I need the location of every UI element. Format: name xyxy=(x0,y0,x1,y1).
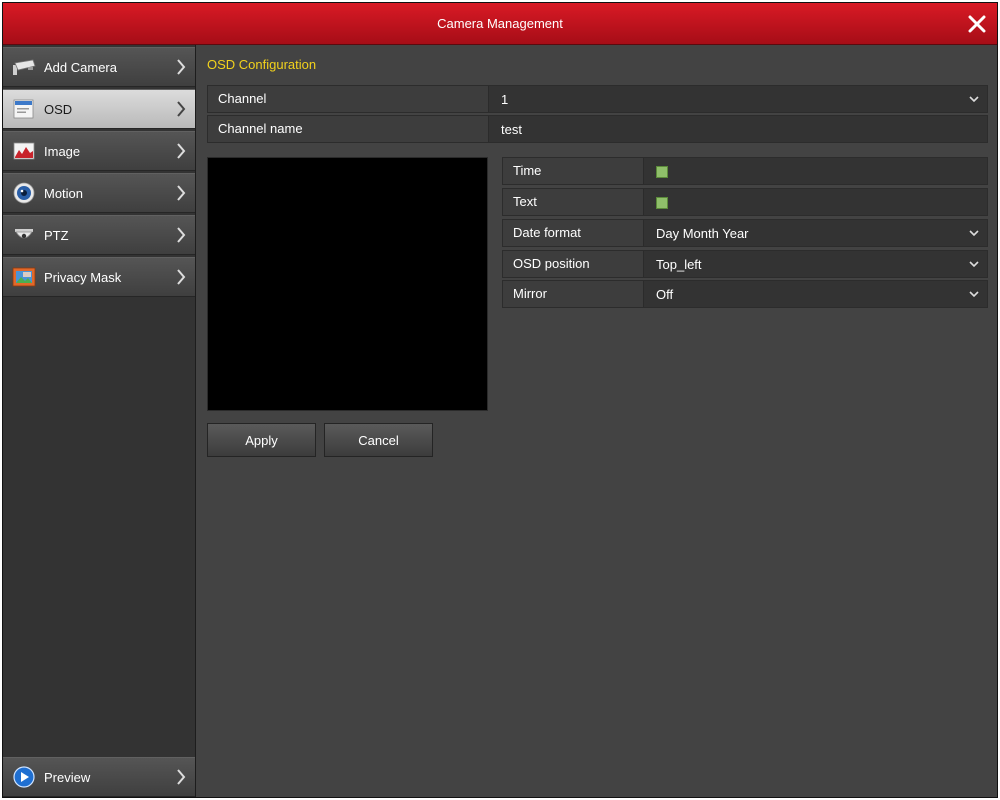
mirror-row: Mirror Off xyxy=(502,280,988,308)
osd-position-row: OSD position Top_left xyxy=(502,250,988,278)
video-preview xyxy=(207,157,488,411)
close-icon xyxy=(968,15,986,33)
sidebar-item-add-camera[interactable]: Add Camera xyxy=(3,47,195,87)
sidebar-item-label: Privacy Mask xyxy=(44,270,122,285)
time-label: Time xyxy=(503,158,644,184)
title-bar: Camera Management xyxy=(3,3,997,45)
osd-icon xyxy=(13,99,34,119)
time-row: Time xyxy=(502,157,988,185)
sidebar-item-label: Add Camera xyxy=(44,60,117,75)
date-format-label: Date format xyxy=(503,220,644,246)
channel-name-label: Channel name xyxy=(208,116,489,142)
close-button[interactable] xyxy=(965,12,989,36)
play-icon xyxy=(13,766,35,788)
date-format-select[interactable]: Day Month Year xyxy=(644,220,987,246)
chevron-down-icon xyxy=(969,261,979,268)
mirror-select[interactable]: Off xyxy=(644,281,987,307)
osd-position-value: Top_left xyxy=(656,257,702,272)
channel-row: Channel 1 xyxy=(207,85,988,113)
window-title: Camera Management xyxy=(437,16,563,31)
mirror-value: Off xyxy=(656,287,674,302)
motion-icon xyxy=(13,182,35,204)
channel-name-value: test xyxy=(501,122,522,137)
sidebar-item-label: Motion xyxy=(44,186,84,201)
sidebar-item-preview[interactable]: Preview xyxy=(3,757,195,797)
main-panel: OSD Configuration Channel 1 Channel name… xyxy=(196,45,997,797)
time-setting xyxy=(644,158,987,184)
time-checkbox[interactable] xyxy=(656,166,668,178)
sidebar-item-label: PTZ xyxy=(44,228,69,243)
channel-select[interactable]: 1 xyxy=(489,86,987,112)
chevron-right-icon xyxy=(177,143,186,159)
text-checkbox[interactable] xyxy=(656,197,668,209)
channel-name-row: Channel name test xyxy=(207,115,988,143)
privacy-mask-icon xyxy=(12,267,36,287)
sidebar-item-ptz[interactable]: PTZ xyxy=(3,215,195,255)
chevron-right-icon xyxy=(177,185,186,201)
chevron-right-icon xyxy=(177,269,186,285)
channel-name-input[interactable]: test xyxy=(489,116,987,142)
text-row: Text xyxy=(502,188,988,216)
chevron-right-icon xyxy=(177,227,186,243)
chevron-down-icon xyxy=(969,230,979,237)
sidebar-item-label: Image xyxy=(44,144,81,159)
channel-value: 1 xyxy=(501,92,509,107)
apply-button[interactable]: Apply xyxy=(207,423,316,457)
date-format-row: Date format Day Month Year xyxy=(502,219,988,247)
chevron-down-icon xyxy=(969,96,979,103)
cancel-button[interactable]: Cancel xyxy=(324,423,433,457)
chevron-right-icon xyxy=(177,101,186,117)
osd-position-select[interactable]: Top_left xyxy=(644,251,987,277)
chevron-right-icon xyxy=(177,59,186,75)
sidebar-item-label: OSD xyxy=(44,102,73,117)
section-title: OSD Configuration xyxy=(207,57,317,72)
chevron-right-icon xyxy=(177,769,186,785)
sidebar-item-label: Preview xyxy=(44,770,91,785)
sidebar-item-osd[interactable]: OSD xyxy=(3,89,195,129)
camera-management-window: Camera Management Add Camera OSD Image M… xyxy=(2,2,998,798)
text-label: Text xyxy=(503,189,644,215)
ptz-icon xyxy=(15,229,33,239)
date-format-value: Day Month Year xyxy=(656,226,749,241)
sidebar-item-privacy-mask[interactable]: Privacy Mask xyxy=(3,257,195,297)
sidebar: Add Camera OSD Image Motion PTZ Privacy … xyxy=(3,45,196,797)
image-icon xyxy=(13,142,35,160)
sidebar-item-motion[interactable]: Motion xyxy=(3,173,195,213)
osd-position-label: OSD position xyxy=(503,251,644,277)
channel-label: Channel xyxy=(208,86,489,112)
camera-icon xyxy=(13,59,36,75)
sidebar-item-image[interactable]: Image xyxy=(3,131,195,171)
chevron-down-icon xyxy=(969,291,979,298)
mirror-label: Mirror xyxy=(503,281,644,307)
text-setting xyxy=(644,189,987,215)
